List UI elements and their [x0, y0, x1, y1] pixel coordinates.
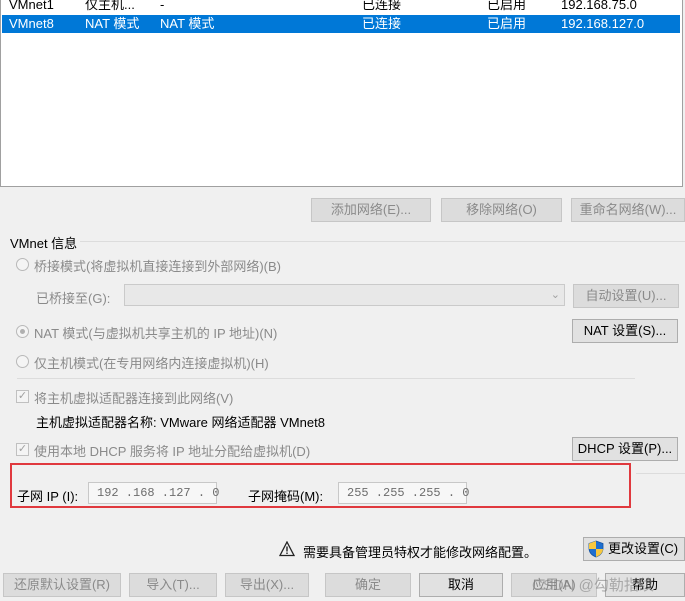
adapter-name-label: 主机虚拟适配器名称: VMware 网络适配器 VMnet8	[36, 415, 325, 430]
subnet-ip-label: 子网 IP (I):	[17, 489, 79, 504]
group-divider	[80, 241, 685, 242]
network-row-vmnet8[interactable]: VMnet8 NAT 模式 NAT 模式 已连接 已启用 192.168.127…	[2, 15, 680, 33]
remove-network-button[interactable]: 移除网络(O)	[441, 198, 562, 222]
row-type: NAT 模式	[85, 16, 140, 31]
nat-settings-button[interactable]: NAT 设置(S)...	[572, 319, 678, 343]
row-external: NAT 模式	[160, 16, 215, 31]
subnet-ip-field[interactable]: 192 .168 .127 . 0	[88, 482, 219, 504]
network-list[interactable]: VMnet1 仅主机... - 已连接 已启用 192.168.75.0 VMn…	[0, 0, 683, 187]
row-host-connection: 已连接	[362, 0, 402, 12]
dhcp-checkbox[interactable]: ✓	[16, 443, 29, 456]
auto-settings-button[interactable]: 自动设置(U)...	[573, 284, 679, 308]
import-button[interactable]: 导入(T)...	[129, 573, 217, 597]
subnet-mask-label: 子网掩码(M):	[248, 489, 324, 504]
row-host-connection: 已连接	[362, 16, 402, 31]
row-name: VMnet8	[9, 16, 54, 31]
subnet-mask-field[interactable]: 255 .255 .255 . 0	[338, 482, 469, 504]
connect-adapter-checkbox[interactable]: ✓	[16, 390, 29, 403]
cancel-button[interactable]: 取消	[419, 573, 503, 597]
row-subnet: 192.168.127.0	[561, 16, 645, 31]
row-dhcp: 已启用	[487, 16, 527, 31]
export-button[interactable]: 导出(X)...	[225, 573, 309, 597]
row-dhcp: 已启用	[487, 0, 527, 12]
network-row-vmnet1[interactable]: VMnet1 仅主机... - 已连接 已启用 192.168.75.0	[2, 0, 680, 14]
separator	[636, 473, 685, 474]
dhcp-label: 使用本地 DHCP 服务将 IP 地址分配给虚拟机(D)	[34, 444, 311, 459]
vmnet-info-title: VMnet 信息	[10, 236, 78, 251]
nat-mode-radio[interactable]	[16, 325, 29, 338]
bridged-to-select[interactable]: ⌄	[124, 284, 565, 306]
bridged-to-label: 已桥接至(G):	[36, 291, 111, 306]
nat-mode-label: NAT 模式(与虚拟机共享主机的 IP 地址)(N)	[34, 326, 278, 341]
warning-icon	[278, 540, 296, 557]
rename-network-button[interactable]: 重命名网络(W)...	[571, 198, 685, 222]
ok-button[interactable]: 确定	[325, 573, 411, 597]
hostonly-mode-label: 仅主机模式(在专用网络内连接虚拟机)(H)	[34, 356, 269, 371]
change-settings-label: 更改设置(C)	[608, 541, 679, 556]
row-name: VMnet1	[9, 0, 54, 12]
add-network-button[interactable]: 添加网络(E)...	[311, 198, 431, 222]
shield-icon	[588, 540, 604, 558]
hostonly-mode-radio[interactable]	[16, 355, 29, 368]
bridged-mode-radio[interactable]	[16, 258, 29, 271]
connect-adapter-label: 将主机虚拟适配器连接到此网络(V)	[34, 391, 234, 406]
admin-notice-text: 需要具备管理员特权才能修改网络配置。	[303, 545, 538, 560]
restore-defaults-button[interactable]: 还原默认设置(R)	[3, 573, 121, 597]
dhcp-settings-button[interactable]: DHCP 设置(P)...	[572, 437, 678, 461]
bridged-mode-label: 桥接模式(将虚拟机直接连接到外部网络)(B)	[34, 259, 281, 274]
watermark: CSDN @勾勒指纹	[532, 577, 654, 594]
change-settings-button[interactable]: 更改设置(C)	[583, 537, 685, 561]
row-subnet: 192.168.75.0	[561, 0, 637, 12]
separator	[17, 378, 635, 379]
chevron-down-icon: ⌄	[550, 289, 560, 301]
row-type: 仅主机...	[85, 0, 135, 12]
row-external: -	[160, 0, 165, 12]
